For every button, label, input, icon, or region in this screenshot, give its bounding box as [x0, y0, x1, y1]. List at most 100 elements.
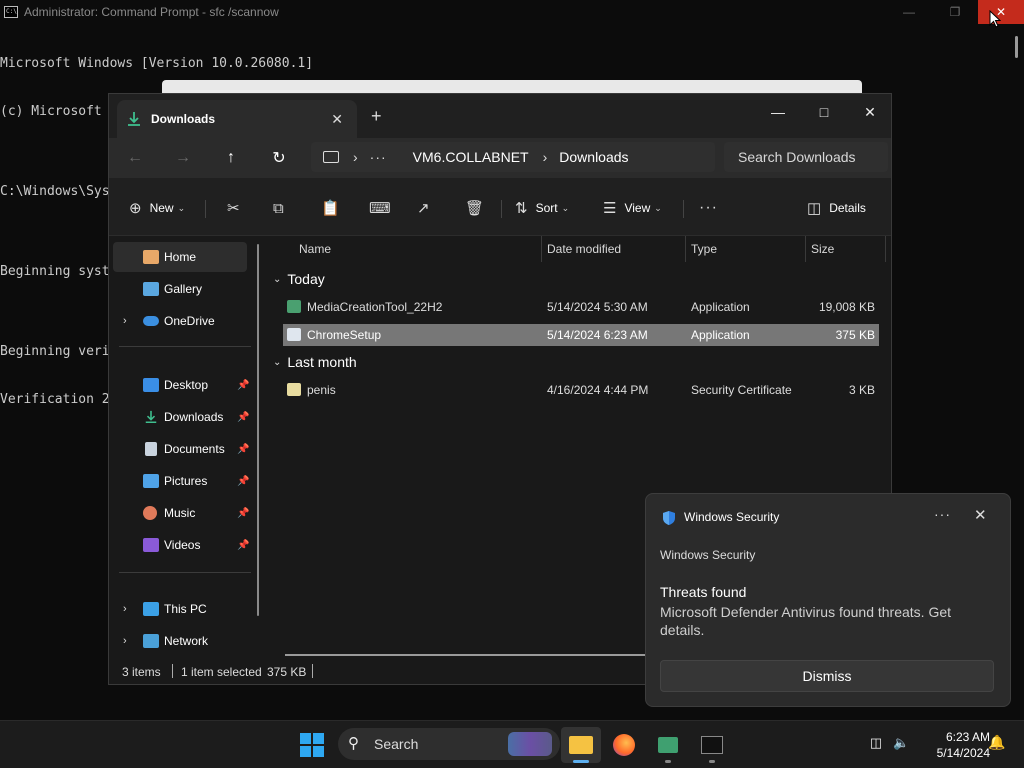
explorer-maximize-button[interactable]: □ — [801, 98, 847, 126]
notification-bell-icon[interactable]: 🔔 — [988, 734, 1005, 752]
breadcrumb-vm6[interactable]: VM6.COLLABNET — [413, 149, 529, 165]
details-label: Details — [829, 201, 866, 215]
sidebar-item-onedrive[interactable]: › OneDrive — [113, 306, 247, 336]
clock[interactable]: 6:23 AM 5/14/2024 — [918, 729, 990, 761]
delete-button[interactable]: 🗑 — [465, 197, 484, 219]
pin-icon[interactable]: 📌 — [237, 540, 249, 551]
explorer-close-button[interactable]: ✕ — [847, 98, 893, 126]
column-divider[interactable] — [541, 236, 542, 262]
rename-button[interactable]: ⌨ — [369, 197, 391, 219]
paste-button[interactable]: 📋 — [321, 197, 340, 219]
share-button[interactable]: ↗ — [417, 197, 430, 219]
taskbar: ⚲ Search ◫ 🔈 6:23 AM 5/14/2024 🔔 — [0, 720, 1024, 768]
terminal-icon — [701, 736, 723, 754]
new-tab-icon[interactable]: + — [371, 106, 382, 127]
more-dots-icon: ··· — [699, 199, 718, 216]
sidebar-item-home[interactable]: Home — [113, 242, 247, 272]
minimize-button[interactable]: — — [886, 0, 932, 24]
installer-icon — [287, 300, 301, 313]
sidebar-item-music[interactable]: Music 📌 — [113, 498, 249, 528]
command-bar: ⊕ New ⌄ ✂ ⧉ 📋 ⌨ ↗ 🗑 ⇅ Sort ⌄ ☰ View ⌄ ··… — [109, 178, 891, 236]
taskbar-command-prompt[interactable] — [692, 727, 732, 763]
sidebar-item-network[interactable]: › Network — [113, 626, 247, 656]
pin-icon[interactable]: 📌 — [237, 508, 249, 519]
maximize-button[interactable]: ❐ — [932, 0, 978, 24]
tab-label: Downloads — [151, 112, 216, 126]
search-highlight-icon[interactable] — [508, 732, 552, 756]
windows-security-notification[interactable]: Windows Security ··· ✕ Windows Security … — [645, 493, 1011, 707]
file-row[interactable]: penis 4/16/2024 4:44 PM Security Certifi… — [283, 379, 879, 401]
chevron-right-icon[interactable]: › — [123, 635, 127, 647]
group-header-today[interactable]: ⌄ Today — [273, 268, 325, 290]
cut-button[interactable]: ✂ — [227, 197, 240, 219]
chevron-right-icon: › — [353, 149, 358, 165]
horizontal-scrollbar[interactable] — [285, 654, 645, 656]
search-input[interactable]: Search Downloads — [724, 142, 888, 172]
sidebar-item-documents[interactable]: Documents 📌 — [113, 434, 249, 464]
sidebar-item-this-pc[interactable]: › This PC — [113, 594, 247, 624]
dismiss-button[interactable]: Dismiss — [660, 660, 994, 692]
monitor-icon — [323, 151, 339, 163]
cmd-scrollbar[interactable] — [1015, 36, 1018, 58]
start-button[interactable] — [300, 733, 324, 757]
new-button[interactable]: ⊕ New ⌄ — [129, 197, 185, 219]
breadcrumb-downloads[interactable]: Downloads — [559, 149, 628, 165]
close-icon[interactable]: ✕ — [974, 506, 987, 524]
taskbar-media-creation-tool[interactable] — [648, 727, 688, 763]
tab-downloads[interactable]: Downloads ✕ — [117, 100, 357, 138]
copy-button[interactable]: ⧉ — [273, 197, 284, 219]
details-button[interactable]: ◫ Details — [807, 197, 866, 219]
chevron-down-icon: ⌄ — [654, 202, 662, 213]
chevron-right-icon[interactable]: › — [123, 315, 127, 327]
cmd-title-bar[interactable]: C:\ Administrator: Command Prompt - sfc … — [0, 0, 1024, 24]
selection-count: 1 item selected — [181, 665, 262, 679]
more-dots-icon[interactable]: ··· — [370, 149, 387, 165]
pin-icon[interactable]: 📌 — [237, 444, 249, 455]
view-button[interactable]: ☰ View ⌄ — [603, 197, 662, 219]
sidebar-item-videos[interactable]: Videos 📌 — [113, 530, 249, 560]
sidebar-item-gallery[interactable]: Gallery — [113, 274, 247, 304]
column-header-type[interactable]: Type — [691, 236, 717, 262]
explorer-minimize-button[interactable]: — — [755, 98, 801, 126]
forward-arrow-icon[interactable]: → — [169, 146, 197, 170]
column-divider[interactable] — [805, 236, 806, 262]
volume-muted-icon[interactable]: 🔈 — [893, 735, 909, 751]
sidebar-item-label: Downloads — [164, 410, 224, 424]
more-options-icon[interactable]: ··· — [934, 506, 951, 522]
back-arrow-icon[interactable]: ← — [121, 146, 149, 170]
see-more-button[interactable]: ··· — [699, 197, 718, 219]
file-row-selected[interactable]: ChromeSetup 5/14/2024 6:23 AM Applicatio… — [283, 324, 879, 346]
group-header-last-month[interactable]: ⌄ Last month — [273, 351, 357, 373]
taskbar-search[interactable]: ⚲ Search — [338, 728, 560, 760]
refresh-icon[interactable]: ↻ — [265, 146, 293, 170]
sort-button[interactable]: ⇅ Sort ⌄ — [515, 197, 569, 219]
pin-icon[interactable]: 📌 — [237, 476, 249, 487]
taskbar-file-explorer[interactable] — [561, 727, 601, 763]
column-divider[interactable] — [885, 236, 886, 262]
column-header-size[interactable]: Size — [811, 236, 834, 262]
close-tab-icon[interactable]: ✕ — [331, 111, 343, 128]
sidebar-item-pictures[interactable]: Pictures 📌 — [113, 466, 249, 496]
sidebar-item-downloads[interactable]: Downloads 📌 — [113, 402, 249, 432]
column-header-date[interactable]: Date modified — [547, 236, 621, 262]
share-icon: ↗ — [417, 200, 430, 217]
sidebar-item-desktop[interactable]: Desktop 📌 — [113, 370, 249, 400]
network-tray-icon[interactable]: ◫ — [868, 735, 884, 751]
taskbar-firefox[interactable] — [604, 727, 644, 763]
group-label: Today — [287, 271, 325, 287]
close-button[interactable]: ✕ — [978, 0, 1024, 24]
selection-size: 375 KB — [267, 665, 307, 679]
divider — [312, 664, 313, 678]
pin-icon[interactable]: 📌 — [237, 380, 249, 391]
address-bar[interactable]: › ··· VM6.COLLABNET › Downloads — [311, 142, 715, 172]
column-divider[interactable] — [685, 236, 686, 262]
view-lines-icon: ☰ — [603, 200, 617, 217]
pin-icon[interactable]: 📌 — [237, 412, 249, 423]
divider — [501, 200, 502, 218]
sidebar-scrollbar[interactable] — [257, 244, 259, 616]
column-header-name[interactable]: Name — [299, 236, 331, 262]
chevron-right-icon[interactable]: › — [123, 603, 127, 615]
up-arrow-icon[interactable]: ↑ — [217, 146, 245, 170]
file-row[interactable]: MediaCreationTool_22H2 5/14/2024 5:30 AM… — [283, 296, 879, 318]
background-window-edge — [162, 80, 862, 94]
